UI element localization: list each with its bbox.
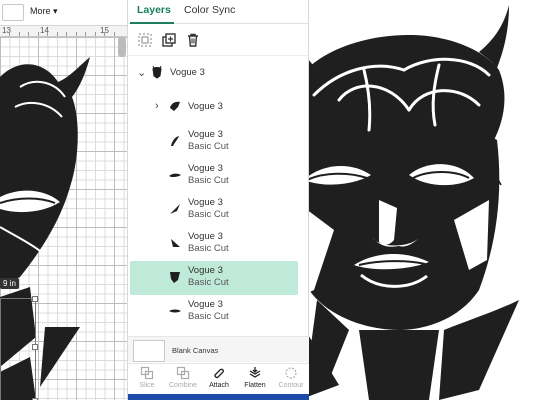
more-label: More <box>30 6 51 16</box>
slice-label: Slice <box>139 382 155 389</box>
blank-canvas-swatch[interactable] <box>133 340 165 362</box>
layer-thumbnail <box>170 101 180 111</box>
layer-name: Vogue 3 <box>188 231 223 242</box>
layer-name: Vogue 3 <box>188 129 223 140</box>
layer-name: Vogue 3 <box>170 67 205 78</box>
layer-row-selected[interactable]: Vogue 3 Basic Cut <box>130 261 298 295</box>
selection-box[interactable] <box>0 296 38 400</box>
layer-cut-type: Basic Cut <box>188 311 229 322</box>
layer-name: Vogue 3 <box>188 299 223 310</box>
edit-toolbar: More ▾ <box>0 0 127 26</box>
contour-button[interactable]: Contour <box>274 366 308 394</box>
layer-subgroup-row[interactable]: › Vogue 3 <box>128 91 310 125</box>
blank-canvas-row[interactable]: Blank Canvas <box>128 336 310 362</box>
layers-list[interactable]: ⌄ Vogue 3 › Vogue 3 Vogue 3 Basic Cut Vo… <box>128 57 310 337</box>
trash-icon[interactable] <box>185 32 201 48</box>
layer-thumbnail <box>170 272 180 283</box>
chevron-down-icon[interactable]: ⌄ <box>137 66 146 79</box>
tab-layers[interactable]: Layers <box>137 4 171 16</box>
horizontal-ruler: 13 14 15 <box>0 26 127 37</box>
layer-name: Vogue 3 <box>188 101 223 112</box>
layer-row[interactable]: Vogue 3 Basic Cut <box>128 125 310 159</box>
layer-cut-type: Basic Cut <box>188 175 229 186</box>
dimension-label: 9 in <box>0 278 19 289</box>
blank-canvas-label: Blank Canvas <box>172 346 219 355</box>
layer-cut-type: Basic Cut <box>188 141 229 152</box>
layer-thumbnail <box>171 136 179 146</box>
vogue-mask-artwork <box>309 5 519 400</box>
combine-label: Combine <box>168 382 197 389</box>
layer-name: Vogue 3 <box>188 163 223 174</box>
layer-name: Vogue 3 <box>188 197 223 208</box>
layer-row[interactable]: Vogue 3 Basic Cut <box>128 295 310 329</box>
layer-thumbnail <box>169 173 181 178</box>
artwork-preview <box>309 0 533 400</box>
flatten-button[interactable]: Flatten <box>238 366 272 394</box>
contour-icon <box>285 367 297 379</box>
layer-tools-bar: Slice Combine Attach Flatten Contour <box>128 363 310 394</box>
layer-row[interactable]: Vogue 3 Basic Cut <box>128 193 310 227</box>
active-tab-indicator <box>130 22 174 24</box>
paperclip-icon <box>214 368 224 379</box>
layer-row[interactable]: Vogue 3 Basic Cut <box>128 227 310 261</box>
flatten-label: Flatten <box>244 382 266 389</box>
layer-thumbnail <box>152 65 162 79</box>
duplicate-icon[interactable] <box>161 32 177 48</box>
more-button[interactable]: More ▾ <box>30 6 58 17</box>
bottom-accent-bar <box>128 394 310 400</box>
layer-cut-type: Basic Cut <box>188 209 229 220</box>
panel-tabs: Layers Color Sync <box>128 0 310 24</box>
flatten-icon <box>249 367 261 378</box>
layer-row[interactable]: Vogue 3 Basic Cut <box>128 159 310 193</box>
tab-color-sync[interactable]: Color Sync <box>184 4 235 16</box>
layer-cut-type: Basic Cut <box>188 277 229 288</box>
group-icon[interactable] <box>137 32 153 48</box>
slice-button[interactable]: Slice <box>130 366 164 394</box>
layers-panel: Layers Color Sync ⌄ Vogue 3 › Vogue 3 Vo… <box>127 0 310 400</box>
attach-label: Attach <box>209 382 229 389</box>
resize-handle[interactable] <box>32 296 38 302</box>
contour-label: Contour <box>278 382 304 389</box>
layer-thumbnail <box>170 204 180 214</box>
layer-thumbnail <box>171 239 180 247</box>
slice-icon <box>140 366 154 380</box>
combine-button[interactable]: Combine <box>166 366 200 394</box>
design-space: More ▾ 13 14 15 9 in Layers Color Sync ⌄… <box>0 0 533 400</box>
layer-name: Vogue 3 <box>188 265 223 276</box>
layer-cut-type: Basic Cut <box>188 243 229 254</box>
chevron-right-icon[interactable]: › <box>155 100 159 112</box>
layer-thumbnail <box>169 309 181 313</box>
resize-handle[interactable] <box>32 344 38 350</box>
combine-icon <box>176 366 190 380</box>
attach-button[interactable]: Attach <box>202 366 236 394</box>
canvas-area[interactable]: More ▾ 13 14 15 9 in <box>0 0 127 400</box>
size-field[interactable] <box>2 4 24 21</box>
layer-group-row[interactable]: ⌄ Vogue 3 <box>128 57 310 91</box>
layer-actions <box>128 26 310 56</box>
caret-down-icon: ▾ <box>53 6 58 16</box>
